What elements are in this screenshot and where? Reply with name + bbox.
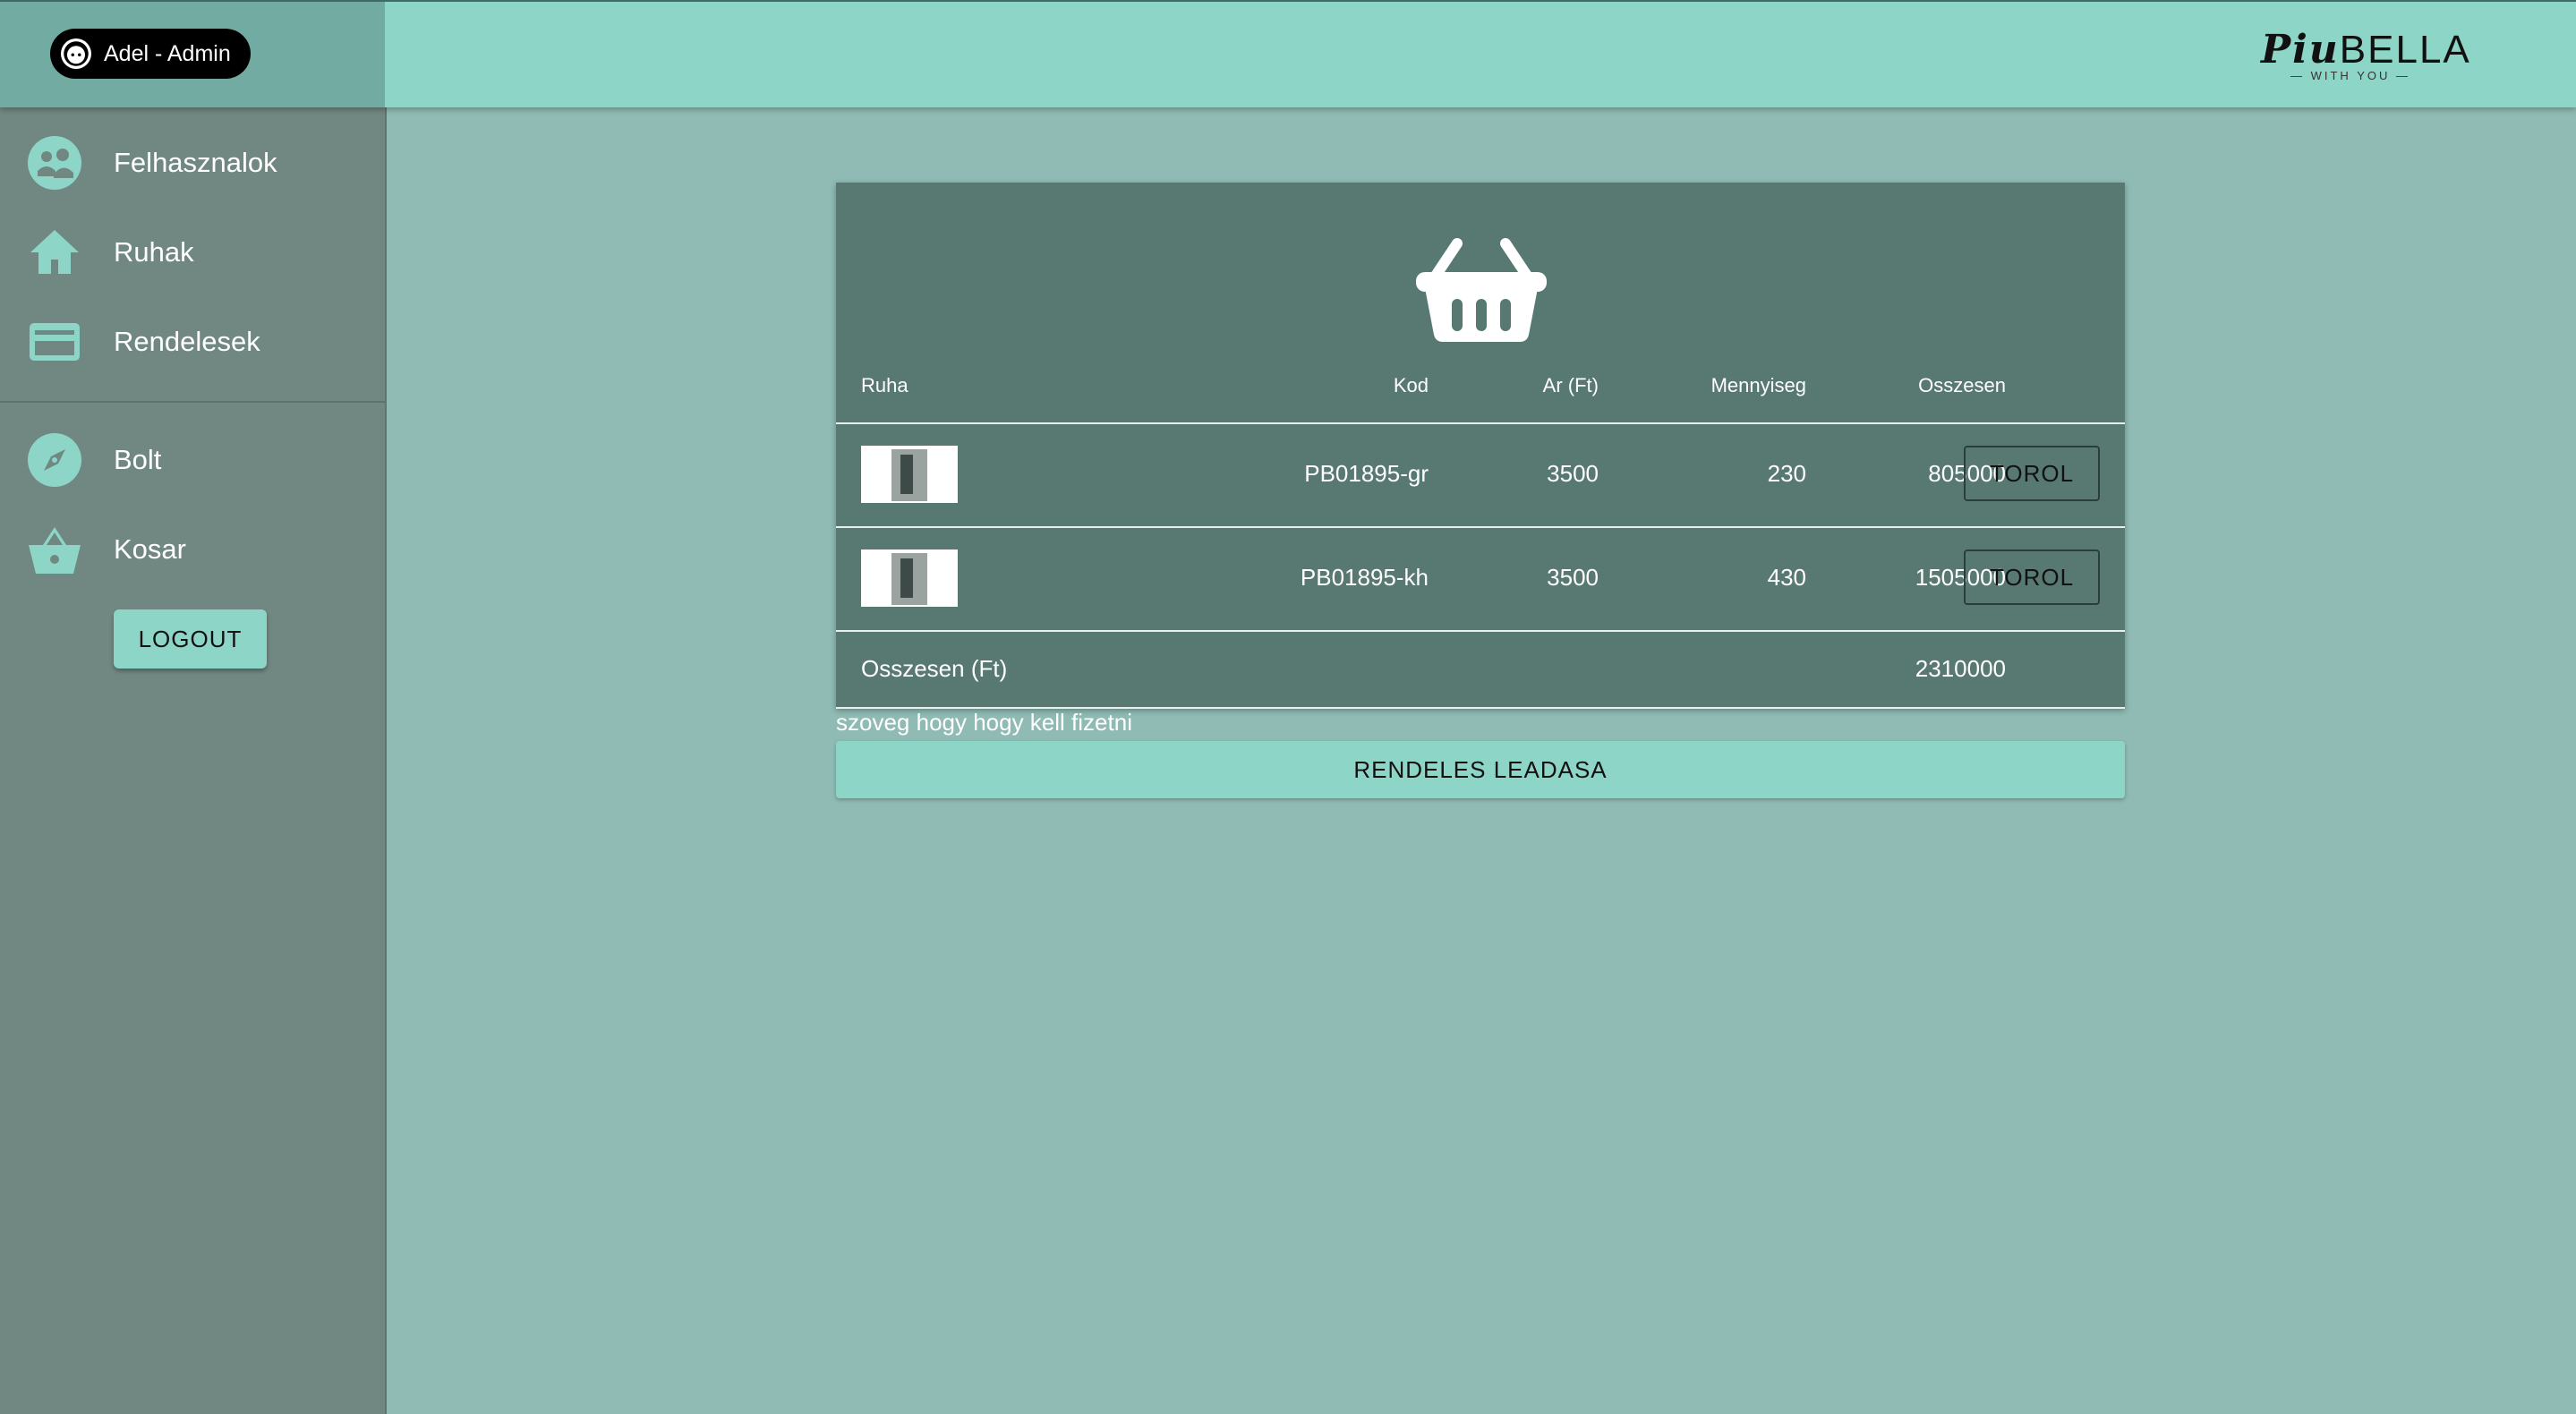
basket-icon [27,522,82,577]
user-chip[interactable]: Adel - Admin [50,29,251,79]
payment-note: szoveg hogy hogy kell fizetni [836,709,1132,736]
logout-button[interactable]: LOGOUT [114,609,267,669]
user-face-icon [61,38,91,69]
sidebar-item-label: Ruhak [114,236,194,268]
place-order-button[interactable]: RENDELES LEADASA [836,741,2125,798]
top-bar-user-area: Adel - Admin [0,2,385,107]
remove-button[interactable]: TOROL [1964,549,2100,605]
brand-logo: PiuBELLA — WITH YOU — [2261,27,2471,82]
cell-ar: 3500 [1547,460,1599,487]
users-icon [27,135,82,191]
remove-button[interactable]: TOROL [1964,446,2100,501]
column-header-ar: Ar (Ft) [1542,374,1599,396]
cell-kod: PB01895-kh [1300,564,1429,591]
cart-basket-icon [1414,236,1548,344]
sidebar-item-felhasznalok[interactable]: Felhasznalok [0,127,385,199]
header-divider [836,422,2125,424]
product-thumbnail[interactable] [861,549,958,607]
sidebar-item-label: Bolt [114,444,162,475]
sidebar-divider [0,401,385,403]
total-value: 2310000 [1915,655,2006,682]
sidebar-item-label: Kosar [114,533,186,565]
product-thumbnail[interactable] [861,446,958,503]
top-bar: Adel - Admin PiuBELLA — WITH YOU — [0,0,2576,107]
column-header-osszesen: Osszesen [1918,374,2006,396]
home-icon [27,225,82,280]
sidebar-item-ruhak[interactable]: Ruhak [0,217,385,288]
column-header-ruha: Ruha [861,374,908,396]
sidebar-item-bolt[interactable]: Bolt [0,424,385,496]
credit-card-icon [27,314,82,370]
sidebar: Felhasznalok Ruhak Rendelesek Bolt Kosar… [0,106,387,1414]
cart-card: Ruha Kod Ar (Ft) Mennyiseg Osszesen PB01… [836,183,2125,709]
sidebar-item-label: Felhasznalok [114,147,277,178]
user-label: Adel - Admin [104,40,231,66]
sidebar-item-label: Rendelesek [114,326,260,357]
compass-icon [27,432,82,488]
row-divider [836,630,2125,632]
total-label: Osszesen (Ft) [861,655,1008,682]
row-divider [836,526,2125,528]
sidebar-item-kosar[interactable]: Kosar [0,514,385,585]
cell-kod: PB01895-gr [1304,460,1429,487]
sidebar-item-rendelesek[interactable]: Rendelesek [0,306,385,378]
column-header-kod: Kod [1393,374,1429,396]
cell-ar: 3500 [1547,564,1599,591]
